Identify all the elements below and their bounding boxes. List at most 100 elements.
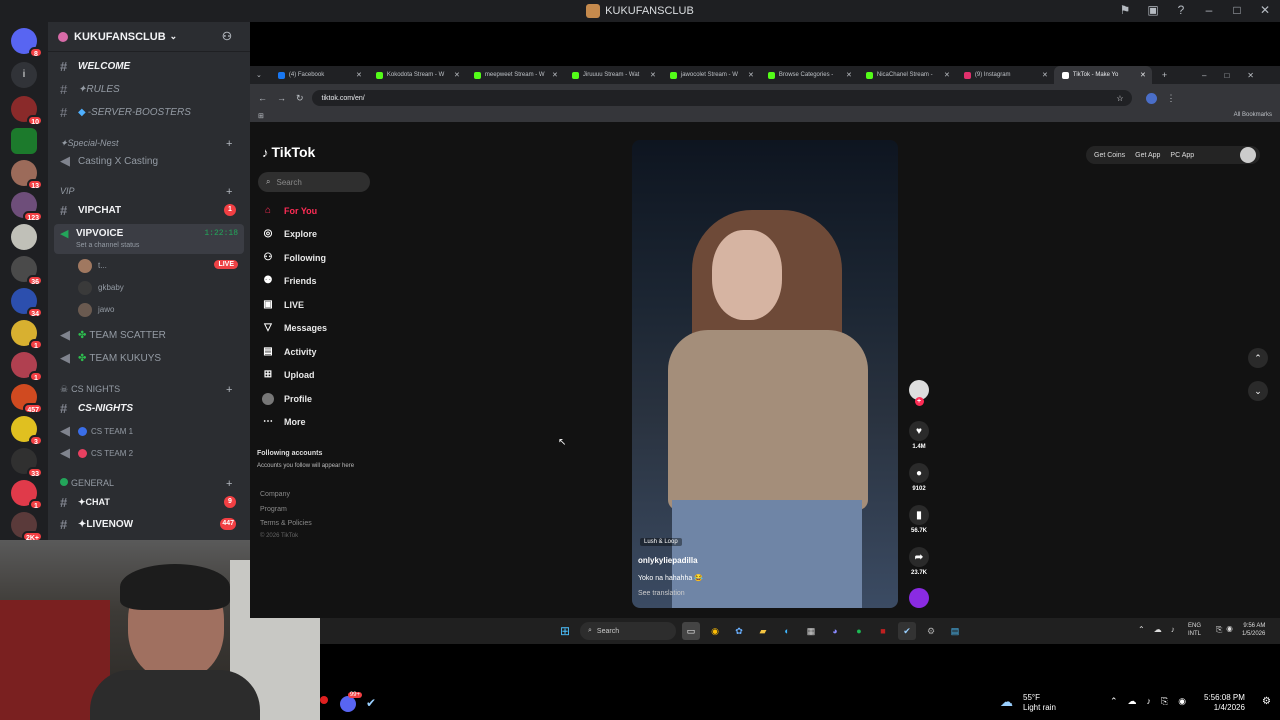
app-icon[interactable]: ■	[874, 622, 892, 640]
tab-facebook[interactable]: (4) Facebook ✕	[270, 66, 368, 84]
video-player[interactable]: Lush & Loop onlykyliepadilla Yoko na hah…	[632, 140, 898, 608]
nav-messages[interactable]: ▽ Messages	[262, 319, 327, 337]
voice-user[interactable]: t... LIVE	[78, 258, 238, 274]
language-indicator[interactable]: ENG INTL	[1188, 622, 1201, 638]
steam-icon[interactable]: ✔	[898, 622, 916, 640]
server-icon[interactable]: 10	[11, 96, 43, 126]
taskbar-search[interactable]: ⌕ Search	[580, 622, 676, 640]
apps-icon[interactable]: ⊞	[258, 112, 264, 120]
profile-avatar[interactable]	[1145, 92, 1157, 104]
get-app-button[interactable]: Get App	[1135, 152, 1160, 159]
all-bookmarks[interactable]: All Bookmarks	[1234, 112, 1272, 118]
close-tab-icon[interactable]: ✕	[454, 71, 460, 79]
maximize-button[interactable]: □	[1230, 3, 1244, 17]
channel-welcome[interactable]: # WELCOME	[54, 56, 244, 76]
tab-kick[interactable]: Jiruuuu Stream - Wat ✕	[564, 66, 662, 84]
server-icon[interactable]: 36	[11, 256, 43, 286]
tab-tiktok[interactable]: TikTok - Make Yo ✕	[1053, 66, 1152, 84]
nav-following[interactable]: ⚇ Following	[262, 249, 326, 267]
server-icon[interactable]: 3	[11, 416, 43, 446]
spotify-icon[interactable]: ●	[850, 622, 868, 640]
add-channel-icon[interactable]: +	[226, 186, 232, 198]
screen-icon[interactable]: ▣	[1146, 3, 1160, 17]
star-icon[interactable]: ☆	[1116, 94, 1123, 103]
server-header[interactable]: KUKUFANSCLUB ⌄ ⚇	[48, 22, 250, 52]
discord-icon[interactable]: 99+	[340, 692, 362, 712]
category-vip[interactable]: VIP +	[60, 186, 232, 198]
home-icon[interactable]: 8	[11, 28, 43, 58]
store-icon[interactable]: ▦	[802, 622, 820, 640]
system-tray-icons[interactable]: ⌃☁♪⎘◉	[1110, 696, 1196, 707]
nav-friends[interactable]: ⚉ Friends	[262, 272, 317, 290]
reload-icon[interactable]: ↻	[296, 93, 304, 104]
add-channel-icon[interactable]: +	[226, 478, 232, 490]
tab-kick[interactable]: Kokodota Stream - W ✕	[368, 66, 466, 84]
nav-for-you[interactable]: ⌂ For You	[262, 202, 317, 220]
steam-icon[interactable]: ✔	[366, 696, 382, 712]
nav-live[interactable]: ▣ LIVE	[262, 296, 304, 314]
server-icon[interactable]: 1	[11, 352, 43, 382]
tiktok-logo[interactable]: ♪ TikTok	[262, 144, 315, 160]
footer-company[interactable]: Company	[260, 491, 290, 498]
pc-app-button[interactable]: PC App	[1170, 152, 1194, 159]
footer-program[interactable]: Program	[260, 506, 287, 513]
channel-boosters[interactable]: # ◆ -SERVER-BOOSTERS	[54, 102, 244, 122]
minimize-button[interactable]: –	[1202, 3, 1216, 17]
tab-kick[interactable]: jawocolet Stream - W ✕	[662, 66, 760, 84]
server-icon[interactable]: 34	[11, 288, 43, 318]
kick-server-icon[interactable]	[11, 128, 37, 154]
tab-kick[interactable]: NicaChanel Stream - ✕	[858, 66, 956, 84]
tab-kick[interactable]: meepweet Stream - W ✕	[466, 66, 564, 84]
server-icon[interactable]: 1	[11, 320, 43, 350]
copilot-icon[interactable]: ✿	[730, 622, 748, 640]
voice-user[interactable]: jawo	[78, 302, 238, 318]
channel-team-scatter[interactable]: ◀ ✤ TEAM SCATTER	[54, 325, 244, 345]
next-video-button[interactable]: ⌄	[1248, 381, 1268, 401]
url-field[interactable]: tiktok.com/en/ ☆	[311, 90, 1132, 106]
server-icon[interactable]: 1	[11, 480, 43, 510]
close-tab-icon[interactable]: ✕	[944, 71, 950, 79]
inbox-icon[interactable]: ⚑	[1118, 3, 1132, 17]
tab-kick[interactable]: Browse Categories - ✕	[760, 66, 858, 84]
nav-explore[interactable]: ◎ Explore	[262, 225, 317, 243]
edge-icon[interactable]: ◐	[778, 622, 796, 640]
follow-plus-icon[interactable]: +	[914, 397, 924, 406]
channel-cs-team-2[interactable]: ◀ CS TEAM 2	[54, 443, 244, 463]
tab-instagram[interactable]: (9) Instagram ✕	[956, 66, 1054, 84]
prev-video-button[interactable]: ⌃	[1248, 348, 1268, 368]
server-icon[interactable]: 457	[11, 384, 43, 414]
menu-icon[interactable]: ⋮	[1167, 93, 1176, 104]
creator-avatar[interactable]: +	[908, 380, 930, 406]
tab-search-icon[interactable]: ⌄	[256, 71, 262, 79]
footer-terms[interactable]: Terms & Policies	[260, 520, 312, 527]
channel-vipvoice[interactable]: ◀ VIPVOICE 1:22:18 Set a channel status	[54, 224, 244, 254]
back-icon[interactable]: ←	[258, 93, 267, 103]
server-icon[interactable]: 2K+	[11, 512, 43, 542]
save-button[interactable]: ▮ 56.7K	[908, 505, 930, 534]
search-input[interactable]: ⌕ Search	[258, 172, 370, 192]
weather-widget[interactable]: 55°F Light rain	[1023, 693, 1056, 713]
like-button[interactable]: ♥ 1.4M	[908, 421, 930, 450]
notepad-icon[interactable]: ▤	[946, 622, 964, 640]
server-icon[interactable]: 123	[11, 192, 43, 222]
window-controls[interactable]: –□✕	[1202, 71, 1272, 80]
host-clock[interactable]: 5:56:08 PM 1/4/2026	[1204, 693, 1245, 713]
taskbar-clock[interactable]: 9:56 AM 1/5/2026	[1242, 622, 1265, 638]
channel-livenow[interactable]: # ✦LIVENOW 447	[54, 514, 244, 534]
music-tag[interactable]: Lush & Loop	[640, 538, 682, 546]
get-coins-button[interactable]: Get Coins	[1094, 152, 1125, 159]
tray-icons[interactable]: ⌃☁♪	[1138, 625, 1184, 634]
close-tab-icon[interactable]: ✕	[846, 71, 852, 79]
channel-rules[interactable]: # ✦RULES	[54, 79, 244, 99]
channel-vipchat[interactable]: # VIPCHAT 1	[54, 200, 244, 220]
close-tab-icon[interactable]: ✕	[1042, 71, 1048, 79]
start-icon[interactable]: ⊞	[556, 622, 574, 640]
channel-status[interactable]: Set a channel status	[76, 242, 139, 249]
new-tab-button[interactable]: +	[1162, 70, 1167, 80]
add-member-icon[interactable]: ⚇	[222, 30, 232, 43]
chrome-icon[interactable]: ◉	[706, 622, 724, 640]
close-tab-icon[interactable]: ✕	[1140, 71, 1146, 79]
add-channel-icon[interactable]: +	[226, 138, 232, 150]
server-icon[interactable]: 13	[11, 160, 43, 190]
forward-icon[interactable]: →	[277, 93, 286, 103]
